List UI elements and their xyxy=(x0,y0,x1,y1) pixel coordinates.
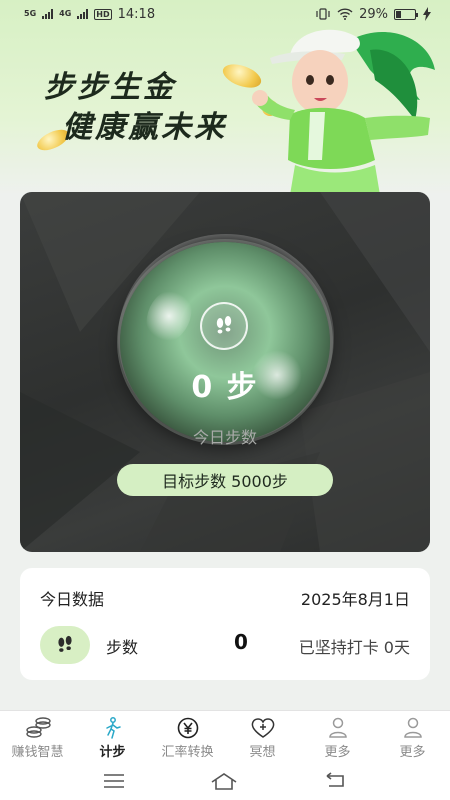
banner-title-line2: 健康赢未来 xyxy=(62,110,227,145)
today-steps-label: 今日步数 xyxy=(192,428,257,447)
checkin-streak: 已坚持打卡 0天 xyxy=(298,638,410,657)
back-icon[interactable] xyxy=(323,772,347,790)
tab-label: 更多 xyxy=(324,745,351,760)
footprints-icon xyxy=(200,302,248,350)
tab-label: 冥想 xyxy=(249,745,276,760)
home-icon[interactable] xyxy=(210,772,238,790)
person-icon xyxy=(328,717,348,739)
step-counter-card: 0 步 今日步数 目标步数 5000步 xyxy=(20,192,430,552)
tab-label: 计步 xyxy=(99,745,126,760)
signal-bars-icon xyxy=(42,9,54,19)
tab-exchange-rate[interactable]: 汇率转换 xyxy=(150,711,225,762)
person-icon xyxy=(403,717,423,739)
system-nav-bar xyxy=(0,762,450,800)
tab-label: 更多 xyxy=(399,745,426,760)
hd-badge: HD xyxy=(94,8,112,20)
step-bubble: 0 步 xyxy=(120,242,330,442)
promo-banner: 步步生金 健康赢未来 xyxy=(0,0,450,195)
battery-percent: 29% xyxy=(359,6,388,22)
signal-5g-label: 5G xyxy=(24,9,37,18)
tab-more-2[interactable]: 更多 xyxy=(375,711,450,762)
steps-count: 0 xyxy=(234,630,248,654)
today-data-card: 今日数据 2025年8月1日 步数 0 已坚持打卡 0天 xyxy=(20,568,430,680)
tab-label: 汇率转换 xyxy=(161,745,214,760)
footprints-badge-icon xyxy=(40,626,90,664)
menu-icon[interactable] xyxy=(103,773,125,789)
today-date: 2025年8月1日 xyxy=(300,590,410,609)
charging-icon xyxy=(423,7,431,21)
tab-meditation[interactable]: 冥想 xyxy=(225,711,300,762)
battery-icon xyxy=(394,8,418,20)
banner-title-line1: 步步生金 xyxy=(44,70,176,105)
heart-plus-icon xyxy=(250,717,276,739)
walker-icon xyxy=(102,717,124,739)
bottom-tab-bar: 赚钱智慧 计步 汇率转换 冥想 更多 更多 xyxy=(0,710,450,762)
yen-icon xyxy=(177,717,199,739)
signal-4g-label: 4G xyxy=(59,9,72,18)
tab-pedometer[interactable]: 计步 xyxy=(75,711,150,762)
tab-earn-money[interactable]: 赚钱智慧 xyxy=(0,711,75,762)
wifi-icon xyxy=(337,8,353,20)
tab-label: 赚钱智慧 xyxy=(11,745,64,760)
tab-more-1[interactable]: 更多 xyxy=(300,711,375,762)
status-left: 5G 4G HD 14:18 xyxy=(24,7,155,22)
coins-icon xyxy=(25,717,51,739)
runner-illustration xyxy=(252,29,435,195)
status-right: 29% xyxy=(315,7,432,22)
today-steps-value: 0 步 xyxy=(191,370,259,405)
today-data-title: 今日数据 xyxy=(40,590,105,609)
battery-fill xyxy=(396,10,402,18)
goal-steps-button[interactable]: 目标步数 5000步 xyxy=(117,464,333,496)
bubble-highlight xyxy=(138,281,200,351)
signal-bars-icon-2 xyxy=(77,9,89,19)
clock: 14:18 xyxy=(117,6,156,22)
steps-label: 步数 xyxy=(106,638,139,657)
status-bar: 5G 4G HD 14:18 29% xyxy=(0,0,450,28)
vibrate-icon xyxy=(316,8,330,20)
